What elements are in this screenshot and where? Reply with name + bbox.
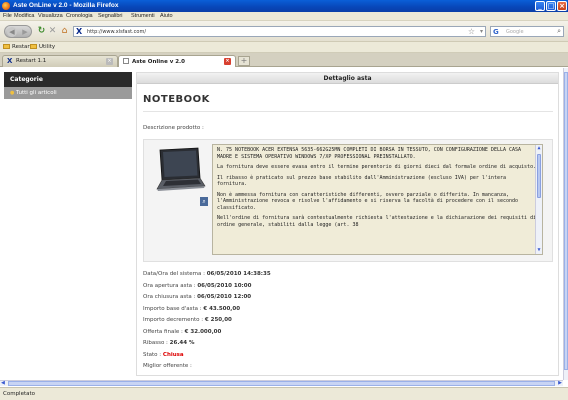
- status-badge: Chiusa: [162, 351, 184, 358]
- back-icon[interactable]: ◀: [7, 27, 17, 37]
- scroll-down-icon[interactable]: ▼: [536, 247, 542, 254]
- auction-detail-panel: Dettaglio asta NOTEBOOK Descrizione prod…: [136, 72, 559, 376]
- new-tab-button[interactable]: +: [238, 56, 250, 66]
- tab-strip: X Restart 1.1 × Aste Online v 2.0 × +: [0, 53, 568, 67]
- folder-icon: [3, 44, 10, 49]
- detail-system-time: Data/Ora del sistema : 06/05/2010 14:38:…: [143, 271, 271, 277]
- description-paragraph: La fornitura deve essere evasa entro il …: [217, 164, 537, 170]
- maximize-button[interactable]: □: [546, 1, 556, 11]
- google-icon[interactable]: G: [493, 28, 499, 36]
- product-image[interactable]: [154, 146, 206, 202]
- zoom-image-icon[interactable]: ⌕: [200, 197, 208, 206]
- category-sidebar: Categorie Tutti gli articoli: [4, 72, 132, 99]
- detail-final-offer: Offerta finale : € 32.000,00: [143, 328, 222, 335]
- close-window-button[interactable]: ×: [557, 1, 567, 11]
- page-content: Categorie Tutti gli articoli Dettaglio a…: [0, 68, 563, 380]
- menu-segnalibri[interactable]: Segnalibri: [98, 13, 122, 19]
- page-icon: [123, 58, 129, 64]
- bookmark-star-icon[interactable]: ☆: [468, 27, 475, 36]
- categories-heading: Categorie: [4, 72, 132, 87]
- forward-icon[interactable]: ▶: [20, 27, 30, 37]
- detail-closing-time: Ora chiusura asta : 06/05/2010 12:00: [143, 294, 252, 300]
- description-scrollbar[interactable]: ▲ ▼: [535, 145, 542, 254]
- divider: [143, 111, 553, 112]
- window-title: Aste OnLine v 2.0 - Mozilla Firefox: [13, 2, 119, 9]
- menu-file[interactable]: File: [3, 13, 12, 19]
- url-text: http://www.xlsfast.com/: [87, 29, 147, 35]
- status-text: Completato: [3, 391, 36, 397]
- menu-bar: File Modifica Visualizza Cronologia Segn…: [0, 12, 568, 21]
- horizontal-scroll-thumb[interactable]: [8, 381, 555, 386]
- home-icon[interactable]: ⌂: [59, 26, 70, 37]
- menu-modifica[interactable]: Modifica: [14, 13, 34, 19]
- tab-restart[interactable]: X Restart 1.1 ×: [2, 55, 118, 67]
- site-favicon-icon: X: [76, 27, 83, 36]
- search-placeholder: Google: [506, 29, 524, 35]
- reload-icon[interactable]: ↻: [36, 26, 47, 37]
- vertical-scroll-thumb[interactable]: [564, 72, 568, 370]
- scroll-thumb[interactable]: [537, 154, 541, 198]
- product-title: NOTEBOOK: [143, 94, 210, 105]
- menu-visualizza[interactable]: Visualizza: [38, 13, 63, 19]
- description-paragraph: Non è ammessa fornitura con caratteristi…: [217, 191, 519, 211]
- url-dropdown-icon[interactable]: ▾: [480, 28, 483, 35]
- detail-discount: Ribasso : 26.44 %: [143, 340, 195, 346]
- navigation-toolbar: ◀ ▶ ↻ ✕ ⌂ X http://www.xlsfast.com/ ☆ ▾ …: [0, 21, 568, 42]
- detail-decrement: Importo decremento : € 250,00: [143, 317, 232, 323]
- description-label: Descrizione prodotto :: [143, 125, 204, 131]
- firefox-icon: [2, 2, 10, 10]
- bookmark-restart[interactable]: Restart: [3, 44, 32, 50]
- detail-best-bidder: Miglior offerente :: [143, 363, 192, 369]
- site-favicon-icon: X: [7, 57, 13, 65]
- scroll-left-icon[interactable]: ◀: [1, 380, 5, 386]
- auction-details: Data/Ora del sistema : 06/05/2010 14:38:…: [143, 269, 271, 373]
- tab-aste-online[interactable]: Aste Online v 2.0 ×: [118, 55, 236, 67]
- minimize-button[interactable]: _: [535, 1, 545, 11]
- sidebar-item-all-articles[interactable]: Tutti gli articoli: [4, 87, 132, 99]
- panel-header: Dettaglio asta: [137, 73, 558, 84]
- detail-base-amount: Importo base d'asta : € 43.500,00: [143, 305, 241, 312]
- menu-cronologia[interactable]: Cronologia: [66, 13, 93, 19]
- page-vertical-scrollbar[interactable]: [563, 68, 568, 380]
- scroll-right-icon[interactable]: ▶: [558, 380, 562, 386]
- description-paragraph: Il ribasso è praticato sul prezzo base s…: [217, 174, 506, 188]
- stop-icon[interactable]: ✕: [47, 26, 58, 37]
- description-paragraph: N. 75 NOTEBOOK ACER EXTENSA 5635-662G25M…: [217, 147, 522, 160]
- status-bar: Completato: [0, 387, 568, 400]
- back-forward-group: ◀ ▶: [4, 25, 32, 38]
- search-bar[interactable]: G Google ⌕: [490, 26, 564, 37]
- close-tab-icon[interactable]: ×: [224, 58, 231, 65]
- detail-opening-time: Ora apertura asta : 06/05/2010 10:00: [143, 282, 252, 289]
- menu-aiuto[interactable]: Aiuto: [160, 13, 173, 19]
- detail-status: Stato : Chiusa: [143, 351, 184, 358]
- menu-strumenti[interactable]: Strumenti: [131, 13, 155, 19]
- description-box: ⌕ N. 75 NOTEBOOK ACER EXTENSA 5635-662G2…: [143, 139, 553, 262]
- search-icon[interactable]: ⌕: [557, 27, 561, 36]
- bookmarks-toolbar: Restart Utility: [0, 42, 568, 53]
- window-titlebar: Aste OnLine v 2.0 - Mozilla Firefox _ □ …: [0, 0, 568, 12]
- address-bar[interactable]: X http://www.xlsfast.com/ ☆ ▾: [73, 26, 486, 37]
- bookmark-utility[interactable]: Utility: [30, 44, 55, 50]
- page-horizontal-scrollbar[interactable]: ◀ ▶: [0, 380, 563, 386]
- description-textarea[interactable]: N. 75 NOTEBOOK ACER EXTENSA 5635-662G25M…: [212, 144, 543, 255]
- close-tab-icon[interactable]: ×: [106, 58, 113, 65]
- scroll-up-icon[interactable]: ▲: [536, 145, 542, 152]
- description-paragraph: Nell'ordine di fornitura sarà contestual…: [217, 215, 537, 228]
- folder-icon: [30, 44, 37, 49]
